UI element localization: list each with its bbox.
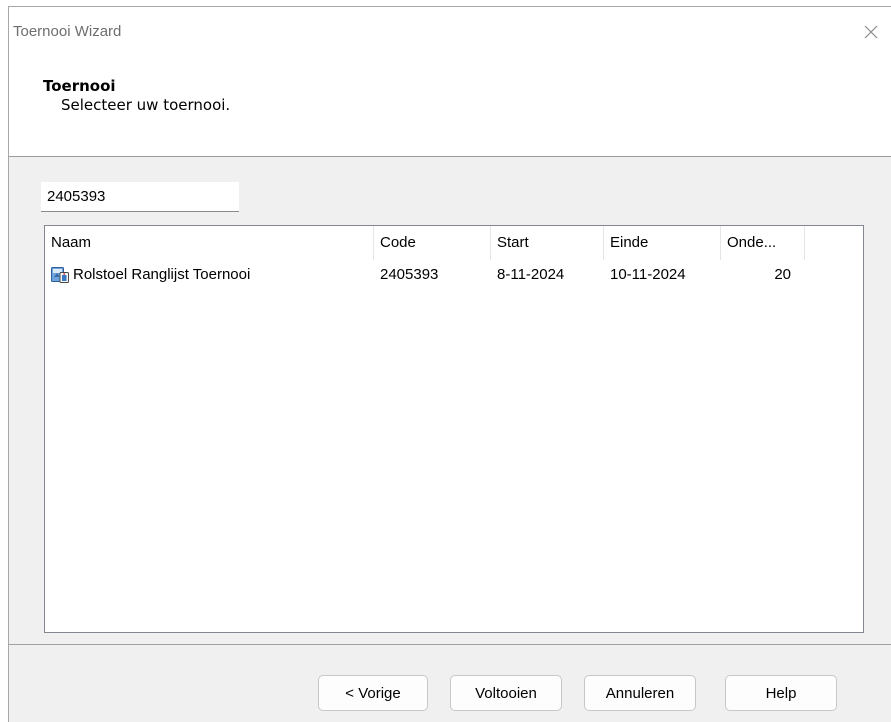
wizard-header: Toernooi Selecteer uw toernooi.	[9, 57, 891, 157]
column-header-start[interactable]: Start	[491, 226, 604, 260]
cell-naam: Rolstoel Ranglijst Toernooi	[73, 266, 251, 283]
cell-start: 8-11-2024	[497, 266, 565, 283]
column-header-code[interactable]: Code	[374, 226, 491, 260]
cell-einde: 10-11-2024	[610, 266, 686, 283]
wizard-window: Toernooi Wizard Toernooi Selecteer uw to…	[8, 6, 891, 722]
table-row[interactable]: Rolstoel Ranglijst Toernooi 2405393 8-11…	[45, 262, 863, 288]
window-title: Toernooi Wizard	[13, 23, 122, 40]
back-button[interactable]: < Vorige	[318, 675, 428, 711]
footer-divider	[9, 644, 891, 645]
title-bar: Toernooi Wizard	[9, 7, 891, 57]
tournament-icon	[51, 267, 69, 283]
help-button[interactable]: Help	[725, 675, 837, 711]
cancel-button[interactable]: Annuleren	[584, 675, 696, 711]
column-header-onde[interactable]: Onde...	[721, 226, 805, 260]
tournament-code-input[interactable]	[41, 182, 239, 212]
page-title: Toernooi	[43, 77, 116, 95]
column-header-naam[interactable]: Naam	[45, 226, 374, 260]
column-header-einde[interactable]: Einde	[604, 226, 721, 260]
close-icon	[864, 25, 878, 39]
cell-code: 2405393	[380, 266, 439, 283]
page-subtitle: Selecteer uw toernooi.	[61, 96, 231, 114]
finish-button[interactable]: Voltooien	[450, 675, 562, 711]
close-button[interactable]	[851, 15, 891, 49]
list-header: Naam Code Start Einde Onde...	[45, 226, 863, 260]
cell-onde: 20	[774, 266, 791, 283]
tournament-list[interactable]: Naam Code Start Einde Onde... Rolstoel R…	[44, 225, 864, 633]
